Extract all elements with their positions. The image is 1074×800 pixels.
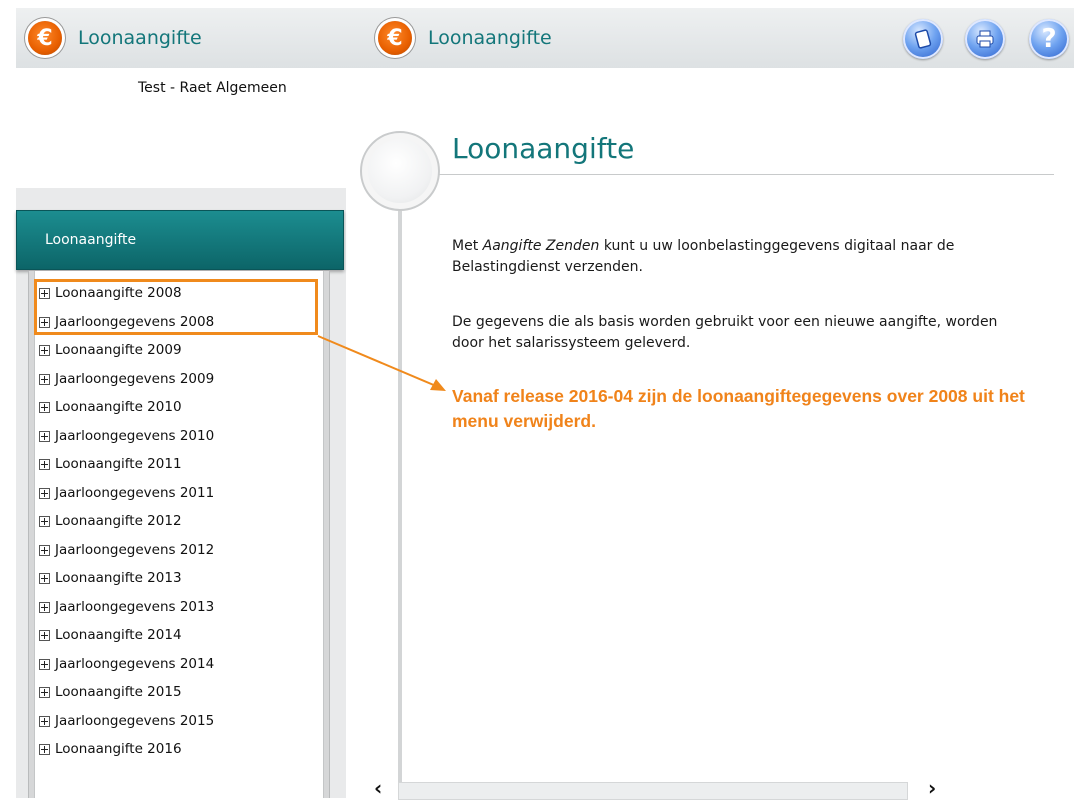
tree-item-label: Loonaangifte 2011	[55, 456, 182, 472]
expand-plus-icon[interactable]	[39, 544, 50, 556]
euro-logo-icon: €	[378, 21, 412, 55]
tree-item-jaarloongegevens-2013[interactable]: Jaarloongegevens 2013	[39, 597, 214, 617]
tree-item-loonaangifte-2016[interactable]: Loonaangifte 2016	[39, 739, 182, 759]
tree-item-loonaangifte-2010[interactable]: Loonaangifte 2010	[39, 397, 182, 417]
tree-item-loonaangifte-2015[interactable]: Loonaangifte 2015	[39, 682, 182, 702]
intro-emphasis: Aangifte Zenden	[482, 238, 600, 254]
tree-item-label: Loonaangifte 2014	[55, 627, 182, 643]
timeline-line	[398, 205, 402, 798]
print-button[interactable]	[965, 19, 1005, 59]
expand-plus-icon[interactable]	[39, 743, 50, 755]
app-title-right: Loonaangifte	[428, 27, 552, 49]
tree-item-label: Loonaangifte 2016	[55, 741, 182, 757]
tree-item-label: Jaarloongegevens 2012	[55, 542, 215, 558]
print-icon	[976, 30, 994, 48]
tree-item-loonaangifte-2013[interactable]: Loonaangifte 2013	[39, 568, 182, 588]
tree-item-label: Loonaangifte 2012	[55, 513, 182, 529]
timeline-circle	[360, 131, 440, 211]
expand-plus-icon[interactable]	[39, 430, 50, 442]
app-header: € Loonaangifte € Loonaangifte ?	[16, 8, 1074, 69]
expand-plus-icon[interactable]	[39, 458, 50, 470]
sidebar-header[interactable]: Loonaangifte	[16, 210, 344, 270]
expand-plus-icon[interactable]	[39, 629, 50, 641]
tree-item-label: Loonaangifte 2009	[55, 342, 182, 358]
tree-item-label: Jaarloongegevens 2014	[55, 656, 215, 672]
intro-prefix: Met	[452, 238, 483, 254]
tree-item-label: Loonaangifte 2010	[55, 399, 182, 415]
tree-item-label: Jaarloongegevens 2013	[55, 599, 215, 615]
tree-item-jaarloongegevens-2010[interactable]: Jaarloongegevens 2010	[39, 426, 214, 446]
tree-item-label: Jaarloongegevens 2015	[55, 713, 215, 729]
account-name: Test - Raet Algemeen	[138, 80, 287, 96]
expand-plus-icon[interactable]	[39, 715, 50, 727]
basis-paragraph: De gegevens die als basis worden gebruik…	[452, 314, 998, 351]
tree-item-loonaangifte-2014[interactable]: Loonaangifte 2014	[39, 625, 182, 645]
euro-logo-icon: €	[28, 21, 62, 55]
document-button[interactable]	[903, 19, 943, 59]
expand-plus-icon[interactable]	[39, 686, 50, 698]
scroll-left-button[interactable]: ‹	[374, 776, 382, 800]
annotation-highlight-box	[34, 279, 318, 335]
tree-item-jaarloongegevens-2011[interactable]: Jaarloongegevens 2011	[39, 483, 214, 503]
tree-item-label: Loonaangifte 2013	[55, 570, 182, 586]
expand-plus-icon[interactable]	[39, 572, 50, 584]
expand-plus-icon[interactable]	[39, 401, 50, 413]
navigation-tree: Loonaangifte 2008 Jaarloongegevens 2008 …	[34, 271, 324, 798]
expand-plus-icon[interactable]	[39, 344, 50, 356]
expand-plus-icon[interactable]	[39, 487, 50, 499]
tree-item-label: Jaarloongegevens 2011	[55, 485, 215, 501]
tree-item-jaarloongegevens-2014[interactable]: Jaarloongegevens 2014	[39, 654, 214, 674]
tree-item-jaarloongegevens-2015[interactable]: Jaarloongegevens 2015	[39, 711, 214, 731]
page-title: Loonaangifte	[452, 132, 635, 165]
horizontal-scrollbar[interactable]	[398, 782, 908, 800]
expand-plus-icon[interactable]	[39, 601, 50, 613]
tree-item-loonaangifte-2011[interactable]: Loonaangifte 2011	[39, 454, 182, 474]
help-icon: ?	[1041, 24, 1057, 54]
tree-item-label: Jaarloongegevens 2010	[55, 428, 215, 444]
app-title-left: Loonaangifte	[78, 27, 202, 49]
title-divider	[438, 174, 1054, 175]
tree-item-jaarloongegevens-2009[interactable]: Jaarloongegevens 2009	[39, 369, 214, 389]
expand-plus-icon[interactable]	[39, 658, 50, 670]
tree-item-label: Jaarloongegevens 2009	[55, 371, 215, 387]
brand-left[interactable]: € Loonaangifte	[28, 20, 202, 56]
brand-right[interactable]: € Loonaangifte	[378, 20, 552, 56]
help-button[interactable]: ?	[1029, 19, 1069, 59]
release-note-annotation: Vanaf release 2016-04 zijn de loonaangif…	[452, 386, 1025, 431]
expand-plus-icon[interactable]	[39, 373, 50, 385]
expand-plus-icon[interactable]	[39, 515, 50, 527]
tree-item-loonaangifte-2012[interactable]: Loonaangifte 2012	[39, 511, 182, 531]
intro-paragraph: Met Aangifte Zenden kunt u uw loonbelast…	[452, 236, 1012, 278]
scroll-right-button[interactable]: ›	[928, 776, 936, 800]
tree-item-loonaangifte-2009[interactable]: Loonaangifte 2009	[39, 340, 182, 360]
sidebar-title: Loonaangifte	[45, 232, 137, 248]
tree-item-label: Loonaangifte 2015	[55, 684, 182, 700]
tree-item-jaarloongegevens-2012[interactable]: Jaarloongegevens 2012	[39, 540, 214, 560]
document-icon	[914, 29, 932, 49]
